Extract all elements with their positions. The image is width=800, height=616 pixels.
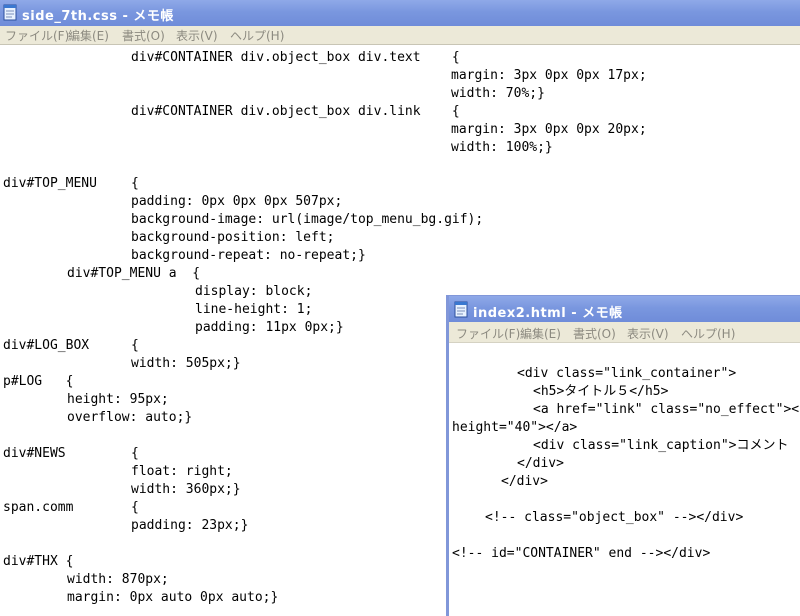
menu-bar: ファイル(F) 編集(E) 書式(O) 表示(V) ヘルプ(H)	[0, 26, 800, 45]
code-line: div#TOP_MENU	[3, 176, 97, 191]
code-line: background-position: left;	[131, 230, 335, 245]
text-editor-area[interactable]: <div class="link_container"> <h5>タイトル５</…	[449, 343, 800, 616]
notepad-window-html: index2.html - メモ帳 ファイル(F) 編集(E) 書式(O) 表示…	[446, 295, 800, 616]
code-line: </div>	[517, 456, 564, 471]
code-line: </div>	[501, 474, 548, 489]
menu-edit[interactable]: 編集(E)	[68, 27, 109, 44]
code-line: div#CONTAINER div.object_box div.link {	[131, 104, 460, 119]
code-line: {	[131, 446, 139, 461]
code-line: div#THX {	[3, 554, 74, 569]
code-line: display: block;	[195, 284, 313, 299]
code-line: padding: 0px 0px 0px 507px;	[131, 194, 343, 209]
code-line: div#NEWS	[3, 446, 66, 461]
code-line: width: 360px;}	[131, 482, 241, 497]
code-line: <!-- id="CONTAINER" end --></div>	[452, 546, 711, 561]
code-line: padding: 23px;}	[131, 518, 249, 533]
code-line: height="40"></a>	[452, 420, 578, 435]
menu-edit[interactable]: 編集(E)	[520, 325, 561, 342]
menu-bar: ファイル(F) 編集(E) 書式(O) 表示(V) ヘルプ(H)	[449, 322, 800, 343]
code-line: <div class="link_container">	[517, 366, 737, 381]
menu-file[interactable]: ファイル(F)	[456, 325, 520, 342]
code-line: overflow: auto;}	[67, 410, 193, 425]
menu-view[interactable]: 表示(V)	[627, 325, 669, 342]
menu-help[interactable]: ヘルプ(H)	[230, 27, 284, 44]
code-line: width: 870px;	[67, 572, 169, 587]
code-line: width: 70%;}	[451, 86, 545, 101]
window-title: index2.html - メモ帳	[473, 306, 623, 321]
menu-format[interactable]: 書式(O)	[573, 325, 616, 342]
menu-help[interactable]: ヘルプ(H)	[681, 325, 735, 342]
code-line: width: 100%;}	[451, 140, 553, 155]
menu-view[interactable]: 表示(V)	[176, 27, 218, 44]
code-line: {	[131, 176, 139, 191]
code-line: padding: 11px 0px;}	[195, 320, 344, 335]
code-line: <!-- class="object_box" --></div>	[485, 510, 744, 525]
code-line: {	[131, 500, 139, 515]
code-line: height: 95px;	[67, 392, 169, 407]
code-line: span.comm	[3, 500, 74, 515]
code-line: {	[131, 338, 139, 353]
code-line: line-height: 1;	[195, 302, 313, 317]
code-line: background-repeat: no-repeat;}	[131, 248, 366, 263]
window-title: side_7th.css - メモ帳	[22, 9, 174, 24]
code-line: background-image: url(image/top_menu_bg.…	[131, 212, 484, 227]
title-bar[interactable]: index2.html - メモ帳	[449, 296, 800, 322]
notepad-icon	[3, 4, 17, 21]
code-line: div#TOP_MENU a {	[67, 266, 201, 281]
code-line: margin: 0px auto 0px auto;}	[67, 590, 279, 605]
menu-file[interactable]: ファイル(F)	[5, 27, 69, 44]
menu-format[interactable]: 書式(O)	[122, 27, 165, 44]
code-line: float: right;	[131, 464, 233, 479]
code-line: div#LOG_BOX	[3, 338, 90, 353]
code-line: margin: 3px 0px 0px 17px;	[451, 68, 647, 83]
code-line: <div class="link_caption">コメント	[533, 438, 789, 453]
code-line: div#CONTAINER div.object_box div.text {	[131, 50, 460, 65]
notepad-icon	[454, 301, 468, 318]
code-line: margin: 3px 0px 0px 20px;	[451, 122, 647, 137]
title-bar[interactable]: side_7th.css - メモ帳	[0, 0, 800, 26]
code-line: width: 505px;}	[131, 356, 241, 371]
code-line: p#LOG {	[3, 374, 74, 389]
code-line: <a href="link" class="no_effect"><	[533, 402, 800, 417]
code-line: <h5>タイトル５</h5>	[533, 384, 669, 399]
